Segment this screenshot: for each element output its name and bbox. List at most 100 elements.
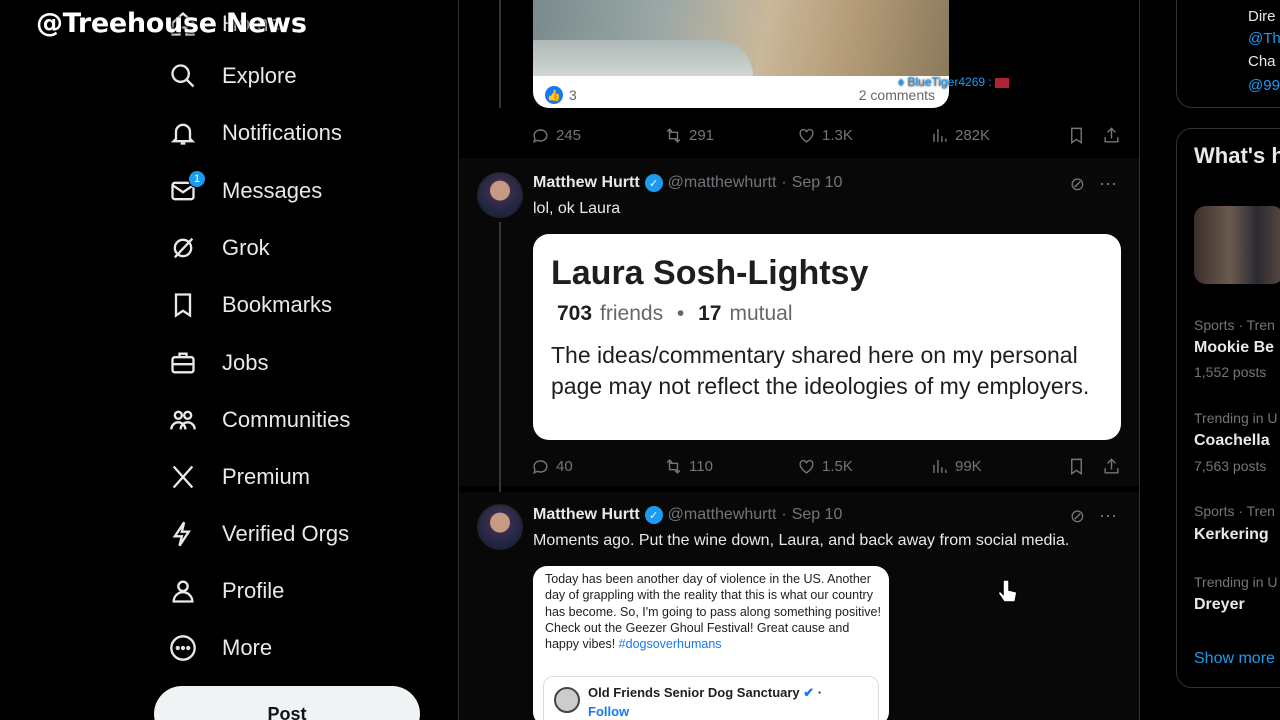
nav-item-grok[interactable]: Grok [168, 224, 270, 272]
verified-badge-icon: ✔ [803, 685, 815, 700]
trend-name[interactable]: Dreyer [1194, 596, 1245, 614]
thread-line [499, 222, 501, 492]
tweet-actions: 245 291 1.3K 282K [531, 123, 1121, 147]
repost-button[interactable]: 110 [664, 457, 797, 476]
tweet-text: Moments ago. Put the wine down, Laura, a… [533, 532, 1070, 549]
trend-name[interactable]: Coachella [1194, 432, 1270, 450]
unread-badge: 1 [188, 170, 206, 188]
avatar[interactable] [477, 504, 523, 550]
nav-item-communities[interactable]: Communities [168, 396, 350, 444]
tweet-date[interactable]: Sep 10 [792, 174, 843, 192]
reply-button[interactable]: 40 [531, 457, 664, 476]
heart-icon [799, 459, 814, 474]
views-button[interactable]: 282K [930, 126, 990, 145]
right-sidebar: Dire @Th Cha @99 What's h Sports · Tren … [1140, 0, 1280, 720]
repost-icon [666, 127, 681, 143]
bookmark-icon [168, 290, 198, 320]
left-sidebar-nav: Home Explore Notifications 1 Messages Gr… [0, 0, 458, 720]
nav-item-messages[interactable]: 1 Messages [168, 167, 322, 215]
profile-screenshot-image[interactable]: Laura Sosh-Lightsy 703 friends • 17 mutu… [533, 234, 1121, 440]
tweet-tools: ⊘ ⋯ [1070, 506, 1117, 527]
tweet-header: Matthew Hurtt ✓ @matthewhurtt · Sep 10 [533, 506, 842, 524]
nav-item-bookmarks[interactable]: Bookmarks [168, 281, 332, 329]
nav-item-premium[interactable]: Premium [168, 453, 310, 501]
trend-name[interactable]: Kerkering [1194, 526, 1269, 544]
trend-context: Sports · Tren [1194, 317, 1275, 333]
facebook-screenshot-image[interactable]: 👍 3 2 comments [533, 0, 949, 108]
heart-icon [799, 128, 814, 143]
grok-icon [168, 233, 198, 263]
nav-item-notifications[interactable]: Notifications [168, 109, 342, 157]
grok-icon[interactable]: ⊘ [1070, 174, 1085, 195]
tweet-text: lol, ok Laura [533, 200, 621, 217]
nav-item-explore[interactable]: Explore [168, 52, 297, 100]
nav-label: Grok [222, 235, 270, 260]
x-logo-icon [168, 462, 198, 492]
nav-label: Jobs [222, 350, 269, 375]
share-icon [1104, 126, 1119, 143]
show-more-link[interactable]: Show more [1194, 650, 1275, 668]
nav-label: Profile [222, 578, 285, 603]
author-name[interactable]: Matthew Hurtt [533, 174, 640, 192]
repost-icon [666, 458, 681, 474]
views-icon [933, 459, 947, 473]
share-button[interactable] [1102, 457, 1121, 476]
page-name: Old Friends Senior Dog Sanctuary ✔ · [588, 685, 823, 700]
bell-icon [168, 118, 198, 148]
author-handle[interactable]: @matthewhurtt [668, 174, 777, 192]
reply-button[interactable]: 245 [531, 126, 664, 145]
nav-item-more[interactable]: More [168, 624, 272, 672]
post-button[interactable]: Post [154, 686, 420, 720]
separator: · [781, 506, 787, 523]
nav-item-jobs[interactable]: Jobs [168, 339, 268, 387]
reply-icon [533, 128, 548, 143]
trend-context: Sports · Tren [1194, 503, 1275, 519]
whats-happening-title: What's h [1194, 143, 1280, 168]
top-card-link[interactable]: @Th [1248, 30, 1280, 47]
repost-button[interactable]: 291 [664, 126, 797, 145]
bookmark-button[interactable] [1067, 457, 1086, 476]
author-name[interactable]: Matthew Hurtt [533, 506, 640, 524]
author-handle[interactable]: @matthewhurtt [668, 506, 777, 524]
profile-bio: The ideas/commentary shared here on my p… [551, 342, 1090, 399]
like-button[interactable]: 1.5K [797, 457, 930, 476]
trend-name[interactable]: Mookie Be [1194, 339, 1274, 357]
more-options-icon[interactable]: ⋯ [1099, 506, 1117, 527]
avatar[interactable] [477, 172, 523, 218]
profile-name: Laura Sosh-Lightsy [551, 254, 869, 292]
tweet-date[interactable]: Sep 10 [792, 506, 843, 524]
share-icon [1104, 457, 1119, 474]
bookmark-button[interactable] [1067, 126, 1086, 145]
fb-post-text: Today has been another day of violence i… [545, 572, 881, 652]
bookmark-icon [1071, 127, 1082, 144]
nav-label: Explore [222, 63, 297, 88]
briefcase-icon [168, 348, 198, 378]
share-button[interactable] [1102, 126, 1121, 145]
like-button[interactable]: 1.3K [797, 126, 930, 145]
timeline-feed: 👍 3 2 comments 245 291 1.3K 282K Matthew… [458, 0, 1140, 720]
nav-item-profile[interactable]: Profile [168, 567, 284, 615]
hashtag: #dogsoverhumans [618, 637, 722, 652]
person-icon [168, 576, 198, 606]
nav-label: Verified Orgs [222, 521, 350, 546]
shared-page-card: Old Friends Senior Dog Sanctuary ✔ · Fol… [543, 676, 879, 720]
trend-posts: 1,552 posts [1194, 364, 1267, 380]
nav-item-verified-orgs[interactable]: Verified Orgs [168, 510, 349, 558]
friends-line: 703 friends • 17 mutual [557, 302, 793, 325]
photo [533, 0, 949, 76]
top-card-line: Dire [1248, 8, 1276, 25]
reply-icon [533, 459, 548, 474]
views-button[interactable]: 99K [930, 457, 982, 476]
dog-icon [554, 687, 580, 713]
hand-cursor-icon [996, 578, 1020, 613]
top-card-link[interactable]: @99 [1248, 77, 1280, 94]
tweet-header: Matthew Hurtt ✓ @matthewhurtt · Sep 10 [533, 174, 842, 192]
grok-icon[interactable]: ⊘ [1070, 506, 1085, 527]
facebook-post-screenshot[interactable]: Today has been another day of violence i… [533, 566, 889, 720]
more-options-icon[interactable]: ⋯ [1099, 174, 1117, 195]
news-thumbnail[interactable] [1194, 206, 1280, 284]
fb-comments-count: 2 comments [858, 87, 935, 103]
thread-line [499, 0, 501, 108]
bookmark-icon [1071, 458, 1082, 475]
views-icon [933, 128, 947, 142]
